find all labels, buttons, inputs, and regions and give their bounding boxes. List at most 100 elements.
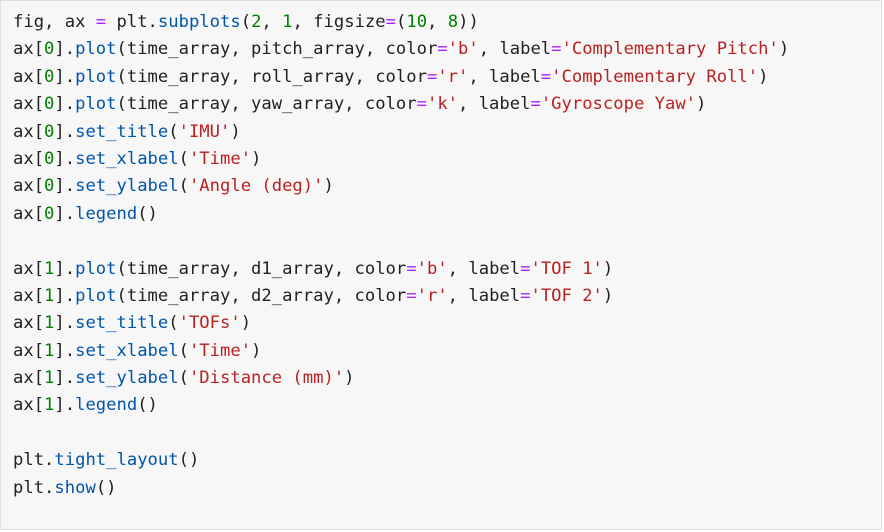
- code-token: =: [437, 39, 448, 60]
- code-token: ].: [54, 258, 76, 279]
- code-token: , label: [478, 39, 552, 60]
- code-token: 1: [44, 258, 55, 279]
- code-token: ax[: [13, 39, 45, 60]
- code-token: , label: [458, 94, 531, 115]
- code-token: 'Time': [188, 340, 252, 361]
- code-token: 'r': [416, 285, 448, 306]
- code-token: ): [344, 368, 355, 389]
- code-token: 1: [282, 12, 293, 32]
- code-token: (time_array, pitch_array, color: [116, 39, 438, 60]
- code-token: legend: [75, 203, 138, 224]
- code-token: ): [251, 148, 262, 169]
- code-token: plt.: [106, 12, 158, 32]
- code-token: ): [602, 258, 614, 279]
- code-token: (time_array, d2_array, color: [116, 285, 407, 306]
- code-token: (: [395, 12, 407, 32]
- code-token: 'Complementary Pitch': [561, 39, 779, 60]
- code-editor[interactable]: fig, ax = plt.subplots(2, 1, figsize=(10…: [13, 9, 789, 502]
- code-token: ax[: [13, 203, 45, 224]
- code-line: ax[0].legend(): [13, 201, 789, 228]
- code-token: ].: [54, 94, 76, 115]
- code-token: ].: [54, 395, 76, 416]
- code-token: ].: [54, 203, 76, 224]
- code-token: ].: [54, 368, 76, 389]
- code-token: (: [178, 368, 189, 389]
- code-token: (): [137, 395, 158, 416]
- code-token: plot: [75, 39, 117, 60]
- code-cell[interactable]: fig, ax = plt.subplots(2, 1, figsize=(10…: [0, 0, 882, 530]
- code-token: 0: [44, 94, 55, 115]
- code-token: ].: [54, 121, 76, 142]
- code-token: 'b': [416, 258, 448, 279]
- code-token: (): [178, 450, 200, 471]
- code-token: =: [406, 285, 417, 306]
- code-token: , label: [468, 66, 541, 87]
- code-token: 1: [44, 313, 55, 334]
- code-token: , figsize: [292, 12, 386, 32]
- code-token: 2: [251, 12, 262, 32]
- code-token: 0: [44, 148, 55, 169]
- code-token: 10: [406, 12, 428, 32]
- code-token: 1: [44, 340, 55, 361]
- code-token: (): [95, 477, 117, 498]
- code-token: =: [520, 285, 531, 306]
- code-token: ].: [54, 340, 76, 361]
- code-token: 0: [44, 203, 55, 224]
- code-line: plt.show(): [13, 475, 789, 502]
- code-token: 'TOF 1': [530, 258, 603, 279]
- code-line: ax[1].set_xlabel('Time'): [13, 338, 789, 365]
- code-token: ax[: [13, 66, 45, 87]
- code-token: =: [540, 66, 552, 87]
- code-token: (: [178, 340, 189, 361]
- code-token: 'r': [437, 66, 469, 87]
- code-token: ax[: [13, 176, 45, 197]
- code-token: ): [778, 39, 790, 60]
- code-token: subplots: [157, 12, 241, 32]
- code-token: ax[: [13, 285, 45, 306]
- code-token: (: [240, 12, 252, 32]
- code-token: ].: [54, 285, 76, 306]
- code-token: , label: [447, 285, 521, 306]
- code-token: 'Time': [188, 148, 252, 169]
- code-token: ].: [54, 39, 76, 60]
- code-token: ,: [427, 12, 448, 32]
- code-token: 0: [44, 176, 55, 197]
- code-token: ): [251, 340, 262, 361]
- code-token: (: [178, 176, 189, 197]
- code-token: set_ylabel: [75, 176, 179, 197]
- code-token: ].: [54, 313, 76, 334]
- code-token: ax[: [13, 94, 45, 115]
- code-token: plot: [75, 66, 117, 87]
- code-token: set_xlabel: [75, 148, 179, 169]
- code-token: ): [696, 94, 707, 115]
- code-token: =: [416, 94, 427, 115]
- code-line: ax[1].set_title('TOFs'): [13, 310, 789, 337]
- code-token: ): [230, 121, 241, 142]
- code-token: fig, ax: [13, 12, 96, 32]
- code-token: ): [602, 285, 614, 306]
- code-token: legend: [75, 395, 138, 416]
- code-token: 1: [44, 368, 55, 389]
- code-token: (): [137, 203, 158, 224]
- code-token: 1: [44, 285, 55, 306]
- code-token: ): [758, 66, 769, 87]
- code-token: =: [385, 12, 396, 32]
- code-token: ): [240, 313, 252, 334]
- code-token: show: [54, 477, 96, 498]
- code-token: ax[: [13, 340, 45, 361]
- code-token: ax[: [13, 121, 45, 142]
- code-token: 0: [44, 121, 55, 142]
- code-token: 0: [44, 39, 55, 60]
- code-token: 'TOFs': [178, 313, 241, 334]
- code-token: =: [520, 258, 531, 279]
- code-token: 'Complementary Roll': [551, 66, 759, 87]
- code-token: ax[: [13, 313, 45, 334]
- code-token: (: [168, 121, 179, 142]
- code-token: ax[: [13, 148, 45, 169]
- code-token: ): [323, 176, 334, 197]
- code-line: ax[0].plot(time_array, yaw_array, color=…: [13, 91, 789, 118]
- code-token: 0: [44, 66, 55, 87]
- code-token: ].: [54, 66, 76, 87]
- code-token: (time_array, yaw_array, color: [116, 94, 417, 115]
- code-token: set_title: [75, 121, 169, 142]
